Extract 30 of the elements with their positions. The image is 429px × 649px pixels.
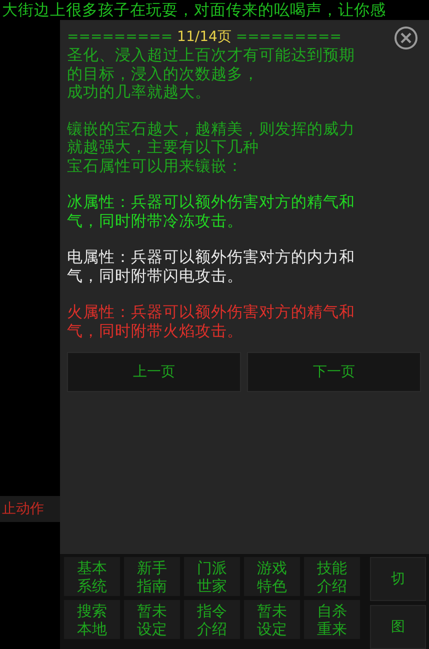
side-menu-button[interactable]: 切 bbox=[370, 557, 426, 601]
help-text-line: 火属性：兵器可以额外伤害对方的精气和 bbox=[67, 303, 356, 322]
menu-button[interactable]: 暂未 设定 bbox=[244, 600, 300, 639]
help-text-line: 镶嵌的宝石越大，越精美，则发挥的威力 bbox=[67, 120, 356, 138]
message-ticker: 大街边上很多孩子在玩耍，对面传来的吆喝声，让你感 bbox=[1, 0, 387, 20]
menu-button[interactable]: 指令 介绍 bbox=[184, 600, 240, 639]
help-text-line: 圣化、浸入超过上百次才有可能达到预期 bbox=[67, 46, 356, 64]
help-text-line: 宝石属性可以用来镶嵌： bbox=[67, 156, 244, 175]
help-text-line: 的目标，浸入的次数越多， bbox=[67, 64, 260, 83]
help-text-line: 气，同时附带火焰攻击。 bbox=[67, 322, 244, 340]
menu-button[interactable]: 门派 世家 bbox=[184, 557, 240, 596]
help-text-line: 冰属性：兵器可以额外伤害对方的精气和 bbox=[67, 193, 356, 212]
help-text-line: 气，同时附带闪电攻击。 bbox=[67, 266, 244, 285]
menu-button[interactable]: 搜索 本地 bbox=[64, 600, 120, 639]
help-text-line: 就越强大，主要有以下几种 bbox=[67, 138, 260, 156]
help-text-line: 电属性：兵器可以额外伤害对方的内力和 bbox=[67, 248, 356, 266]
menu-button[interactable]: 暂未 设定 bbox=[124, 600, 180, 639]
menu-button[interactable]: 技能 介绍 bbox=[304, 557, 360, 596]
previous-page-button[interactable]: 上一页 bbox=[67, 352, 241, 392]
help-text-line: 成功的几率就越大。 bbox=[67, 83, 212, 102]
close-icon[interactable] bbox=[394, 26, 418, 50]
stop-action-button[interactable]: 止动作 bbox=[0, 496, 60, 522]
page-header: ========= 11/14页 ========= bbox=[67, 28, 342, 46]
next-page-button[interactable]: 下一页 bbox=[247, 352, 421, 392]
menu-button[interactable]: 新手 指南 bbox=[124, 557, 180, 596]
menu-button[interactable]: 游戏 特色 bbox=[244, 557, 300, 596]
menu-button[interactable]: 基本 系统 bbox=[64, 557, 120, 596]
menu-button[interactable]: 自杀 重来 bbox=[304, 600, 360, 639]
side-menu-button[interactable]: 图 bbox=[370, 605, 426, 649]
help-text-line: 气，同时附带冷冻攻击。 bbox=[67, 212, 244, 230]
